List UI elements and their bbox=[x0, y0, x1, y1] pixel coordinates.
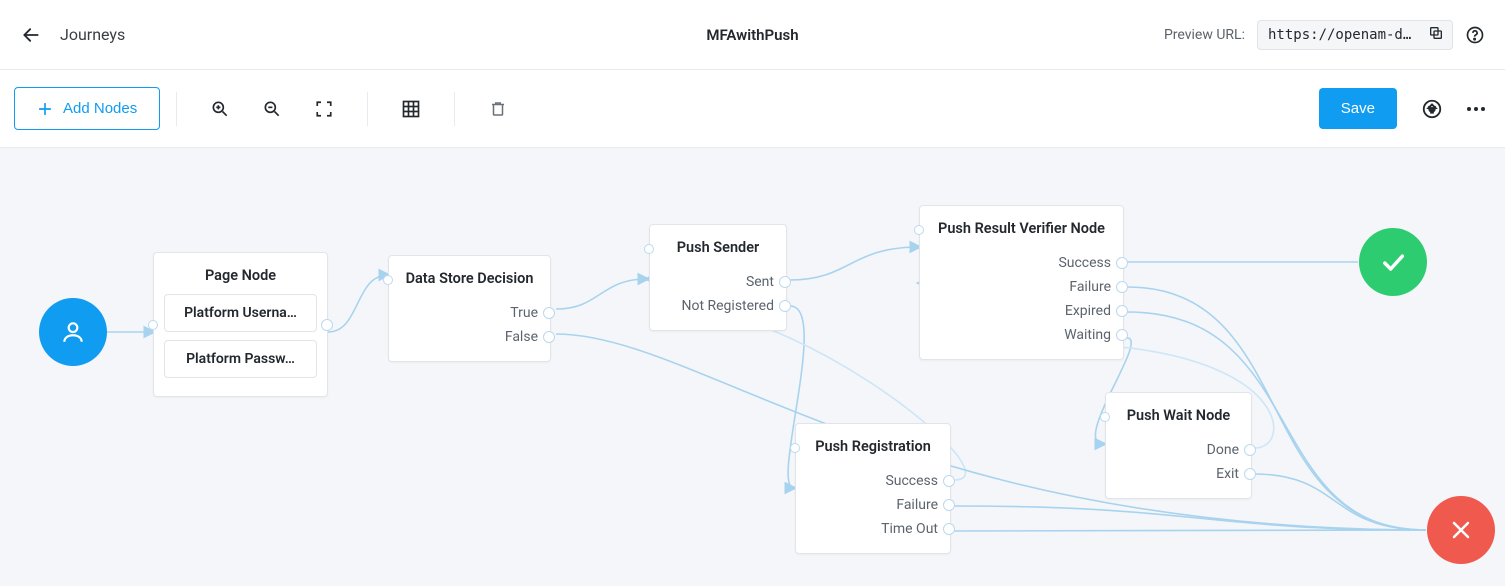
node-push-wait[interactable]: Push Wait Node Done Exit bbox=[1105, 392, 1252, 499]
outcome-failure[interactable]: Failure bbox=[808, 493, 938, 517]
journey-title: MFAwithPush bbox=[706, 26, 798, 44]
settings-icon[interactable] bbox=[1421, 98, 1443, 120]
more-menu-icon[interactable] bbox=[1467, 107, 1485, 111]
help-icon[interactable] bbox=[1465, 25, 1485, 45]
node-title: Push Wait Node bbox=[1106, 393, 1251, 434]
fit-icon[interactable] bbox=[313, 98, 335, 120]
zoom-out-icon[interactable] bbox=[261, 98, 283, 120]
save-button[interactable]: Save bbox=[1319, 88, 1397, 129]
copy-icon[interactable] bbox=[1428, 25, 1444, 45]
delete-icon[interactable] bbox=[487, 98, 509, 120]
preview-url-label: Preview URL: bbox=[1164, 27, 1245, 43]
grid-icon[interactable] bbox=[400, 98, 422, 120]
outcome-timeout[interactable]: Time Out bbox=[808, 517, 938, 541]
node-page[interactable]: Page Node Platform Userna… Platform Pass… bbox=[153, 252, 328, 397]
add-nodes-label: Add Nodes bbox=[63, 100, 137, 117]
outcome-not-registered[interactable]: Not Registered bbox=[662, 294, 774, 318]
zoom-in-icon[interactable] bbox=[209, 98, 231, 120]
outcome-failure[interactable]: Failure bbox=[932, 275, 1111, 299]
outcome-success[interactable]: Success bbox=[808, 469, 938, 493]
outcome-sent[interactable]: Sent bbox=[662, 270, 774, 294]
outcome-done[interactable]: Done bbox=[1118, 438, 1239, 462]
outcome-exit[interactable]: Exit bbox=[1118, 462, 1239, 486]
outcome-waiting[interactable]: Waiting bbox=[932, 323, 1111, 347]
flow-canvas[interactable]: Page Node Platform Userna… Platform Pass… bbox=[0, 148, 1505, 586]
divider bbox=[454, 92, 455, 126]
outcome-true[interactable]: True bbox=[401, 301, 538, 325]
subnode-username[interactable]: Platform Userna… bbox=[164, 294, 317, 332]
back-arrow[interactable] bbox=[20, 24, 42, 46]
preview-url-text: https://openam-docs… bbox=[1268, 27, 1437, 43]
breadcrumb[interactable]: Journeys bbox=[60, 25, 125, 44]
node-title: Data Store Decision bbox=[389, 256, 550, 297]
preview-url-field[interactable]: https://openam-docs… bbox=[1257, 20, 1453, 50]
divider bbox=[367, 92, 368, 126]
node-title: Page Node bbox=[154, 253, 327, 294]
node-title: Push Registration bbox=[796, 424, 950, 465]
add-nodes-button[interactable]: Add Nodes bbox=[14, 87, 160, 130]
node-data-store[interactable]: Data Store Decision True False bbox=[388, 255, 551, 362]
outcome-success[interactable]: Success bbox=[932, 251, 1111, 275]
node-title: Push Result Verifier Node bbox=[920, 206, 1123, 247]
node-verifier[interactable]: Push Result Verifier Node Success Failur… bbox=[919, 205, 1124, 360]
node-title: Push Sender bbox=[650, 225, 786, 266]
node-push-registration[interactable]: Push Registration Success Failure Time O… bbox=[795, 423, 951, 554]
divider bbox=[176, 92, 177, 126]
node-push-sender[interactable]: Push Sender Sent Not Registered bbox=[649, 224, 787, 331]
subnode-password[interactable]: Platform Passw… bbox=[164, 340, 317, 378]
outcome-false[interactable]: False bbox=[401, 325, 538, 349]
start-node[interactable] bbox=[39, 298, 107, 366]
outcome-expired[interactable]: Expired bbox=[932, 299, 1111, 323]
failure-node[interactable] bbox=[1427, 496, 1495, 564]
success-node[interactable] bbox=[1359, 228, 1427, 296]
